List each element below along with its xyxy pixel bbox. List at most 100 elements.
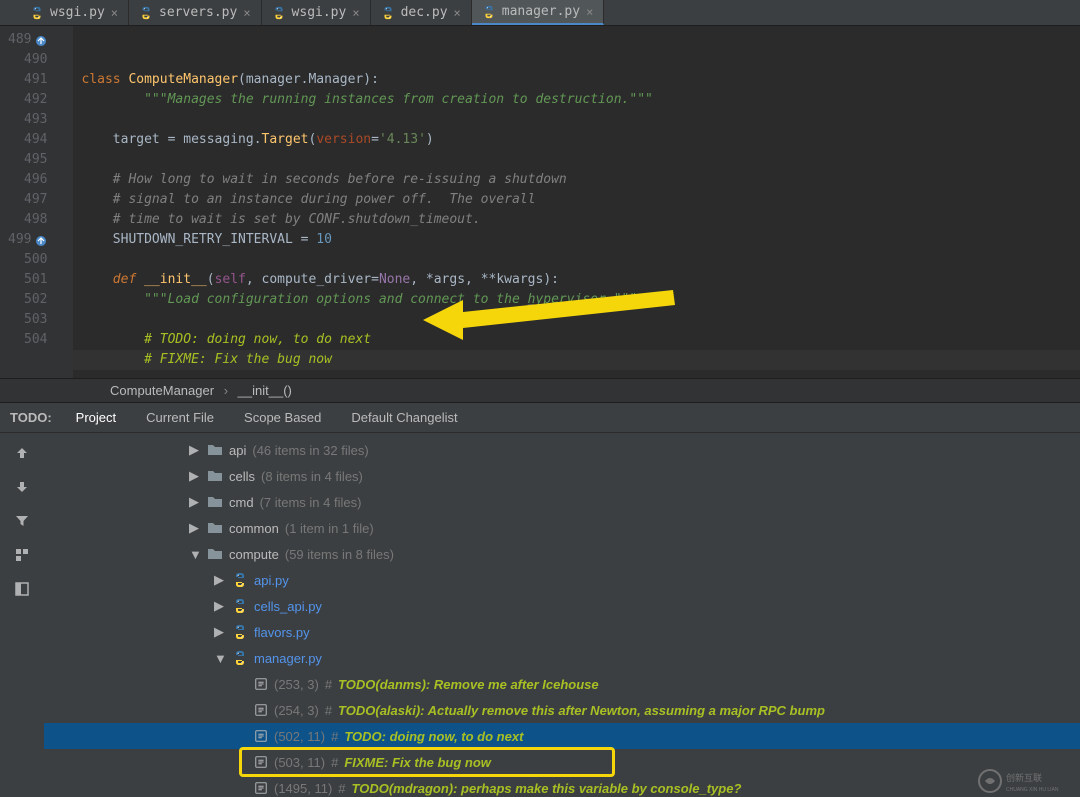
tab-label: wsgi.py [292, 5, 347, 20]
todo-label: TODO: [10, 410, 52, 425]
tree-row[interactable]: ▼ compute (59 items in 8 files) [44, 541, 1080, 567]
tree-row[interactable]: ▶ api.py [44, 567, 1080, 593]
override-icon[interactable] [35, 234, 47, 246]
line-number: 492 [8, 90, 47, 110]
code-line[interactable]: class ComputeManager(manager.Manager): [73, 70, 1080, 90]
code-line[interactable]: # signal to an instance during power off… [73, 190, 1080, 210]
expand-icon[interactable]: ▶ [214, 624, 226, 640]
line-number: 503 [8, 310, 47, 330]
code-line[interactable]: """Load configuration options and connec… [73, 290, 1080, 310]
todo-text: TODO(danms): Remove me after Icehouse [338, 677, 599, 692]
hash: # [331, 755, 338, 770]
expand-icon[interactable]: ▼ [189, 547, 201, 562]
folder-name: common [229, 521, 279, 536]
hash: # [331, 729, 338, 744]
watermark-logo: 创新互联 CHUANG XIN HU LIAN [976, 767, 1076, 795]
filter-icon[interactable] [12, 511, 32, 531]
tab-wsgi-1[interactable]: wsgi.py × [20, 0, 129, 25]
tree-row[interactable]: ▼ manager.py [44, 645, 1080, 671]
python-icon [381, 6, 395, 20]
line-gutter: 4894904914924934944954964974984995005015… [0, 26, 57, 378]
expand-icon[interactable]: ▶ [189, 468, 201, 484]
folder-name: cells [229, 469, 255, 484]
note-icon [254, 755, 268, 769]
expand-icon[interactable]: ▶ [214, 572, 226, 588]
line-number: 495 [8, 150, 47, 170]
code-line[interactable]: # TODO: doing now, to do next [73, 330, 1080, 350]
code-line[interactable]: target = messaging.Target(version='4.13'… [73, 130, 1080, 150]
expand-icon[interactable]: ▶ [189, 442, 201, 458]
expand-icon[interactable]: ▶ [189, 520, 201, 536]
arrow-up-icon[interactable] [12, 443, 32, 463]
close-icon[interactable]: × [243, 6, 250, 20]
tab-manager[interactable]: manager.py × [472, 0, 605, 25]
code-line[interactable] [73, 250, 1080, 270]
code-line[interactable] [73, 370, 1080, 390]
close-icon[interactable]: × [586, 5, 593, 19]
folder-meta: (1 item in 1 file) [285, 521, 374, 536]
python-icon [139, 6, 153, 20]
folder-icon [207, 520, 223, 536]
tab-dec[interactable]: dec.py × [371, 0, 472, 25]
tree-row[interactable]: ▶ cells (8 items in 4 files) [44, 463, 1080, 489]
line-number: 504 [8, 330, 47, 350]
tab-label: dec.py [401, 5, 448, 20]
note-icon [254, 729, 268, 743]
tab-wsgi-2[interactable]: wsgi.py × [262, 0, 371, 25]
tab-label: wsgi.py [50, 5, 105, 20]
tree-row[interactable]: ▶ cells_api.py [44, 593, 1080, 619]
arrow-down-icon[interactable] [12, 477, 32, 497]
tree-row[interactable]: (254, 3) # TODO(alaski): Actually remove… [44, 697, 1080, 723]
close-icon[interactable]: × [111, 6, 118, 20]
code-line[interactable] [73, 110, 1080, 130]
code-line[interactable]: # time to wait is set by CONF.shutdown_t… [73, 210, 1080, 230]
line-number: 493 [8, 110, 47, 130]
tree-row[interactable]: (1495, 11) # TODO(mdragon): perhaps make… [44, 775, 1080, 797]
code-line[interactable] [73, 310, 1080, 330]
expand-icon[interactable]: ▶ [189, 494, 201, 510]
close-icon[interactable]: × [352, 6, 359, 20]
note-icon [254, 677, 268, 691]
close-icon[interactable]: × [454, 6, 461, 20]
group-icon[interactable] [12, 545, 32, 565]
line-number: 496 [8, 170, 47, 190]
tab-servers[interactable]: servers.py × [129, 0, 262, 25]
line-number: 500 [8, 250, 47, 270]
editor-tabs: wsgi.py × servers.py × wsgi.py × dec.py … [0, 0, 1080, 26]
note-loc: (503, 11) [274, 755, 325, 770]
expand-icon[interactable]: ▼ [214, 651, 226, 666]
code-line[interactable]: # FIXME: Fix the bug now [73, 350, 1080, 370]
tree-row[interactable]: ▶ common (1 item in 1 file) [44, 515, 1080, 541]
tree-row[interactable]: (253, 3) # TODO(danms): Remove me after … [44, 671, 1080, 697]
tree-row[interactable]: (502, 11) # TODO: doing now, to do next [44, 723, 1080, 749]
todo-text: TODO: doing now, to do next [344, 729, 523, 744]
note-loc: (502, 11) [274, 729, 325, 744]
folder-meta: (7 items in 4 files) [260, 495, 362, 510]
code-area[interactable]: class ComputeManager(manager.Manager): "… [73, 26, 1080, 378]
python-icon [232, 572, 248, 588]
line-number: 489 [8, 30, 47, 50]
code-line[interactable]: """Manages the running instances from cr… [73, 90, 1080, 110]
code-line[interactable] [73, 150, 1080, 170]
override-icon[interactable] [35, 34, 47, 46]
code-line[interactable]: # How long to wait in seconds before re-… [73, 170, 1080, 190]
expand-icon[interactable]: ▶ [214, 598, 226, 614]
todo-text: TODO(mdragon): perhaps make this variabl… [352, 781, 742, 796]
hash: # [325, 677, 332, 692]
code-line[interactable]: SHUTDOWN_RETRY_INTERVAL = 10 [73, 230, 1080, 250]
code-line[interactable]: def __init__(self, compute_driver=None, … [73, 270, 1080, 290]
todo-toolbar [0, 433, 44, 797]
tree-row[interactable]: ▶ cmd (7 items in 4 files) [44, 489, 1080, 515]
tree-row[interactable]: ▶ flavors.py [44, 619, 1080, 645]
todo-text: TODO(alaski): Actually remove this after… [338, 703, 825, 718]
python-icon [232, 650, 248, 666]
preview-icon[interactable] [12, 579, 32, 599]
python-icon [232, 598, 248, 614]
folder-icon [207, 546, 223, 562]
tree-row[interactable]: (503, 11) # FIXME: Fix the bug now [44, 749, 1080, 775]
note-loc: (1495, 11) [274, 781, 332, 796]
note-icon [254, 781, 268, 795]
tree-row[interactable]: ▶ api (46 items in 32 files) [44, 437, 1080, 463]
svg-text:CHUANG XIN HU LIAN: CHUANG XIN HU LIAN [1006, 787, 1059, 793]
folder-meta: (59 items in 8 files) [285, 547, 394, 562]
